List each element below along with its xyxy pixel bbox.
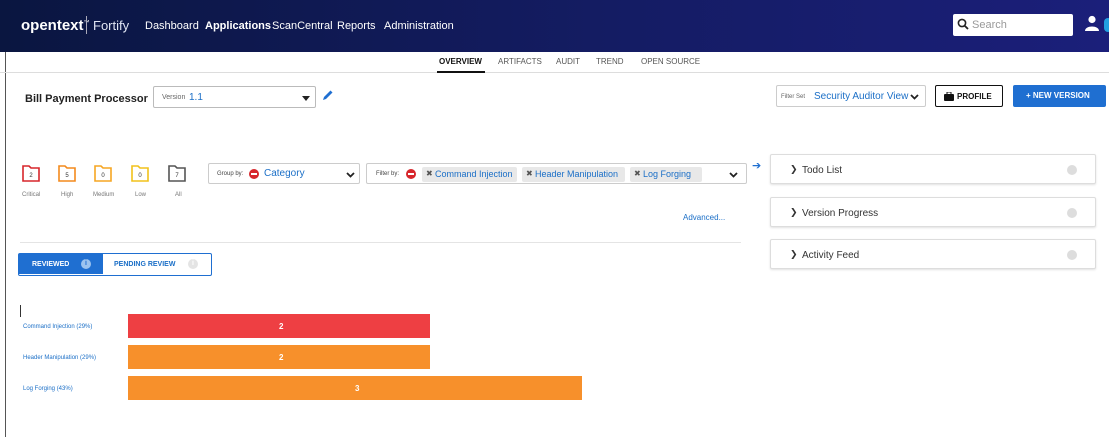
info-icon[interactable] bbox=[1067, 208, 1077, 218]
search-placeholder: Search bbox=[972, 19, 1007, 31]
bar-category-label[interactable]: Header Manipulation (29%) bbox=[23, 355, 96, 361]
info-icon[interactable] bbox=[1067, 250, 1077, 260]
tab-artifacts[interactable]: ARTIFACTS bbox=[498, 57, 542, 66]
brand-logo[interactable]: opentext™ bbox=[21, 17, 90, 34]
application-title: Bill Payment Processor bbox=[25, 93, 148, 105]
critical-count: 2 bbox=[29, 173, 33, 179]
group-by-label: Group by: bbox=[217, 171, 244, 177]
filter-chip[interactable]: ✖ Header Manipulation bbox=[522, 167, 625, 182]
pending-review-toggle-button[interactable]: PENDING REVIEW bbox=[114, 261, 175, 268]
info-icon[interactable]: i bbox=[188, 259, 198, 269]
chevron-right-icon: ❯ bbox=[790, 207, 798, 217]
minus-circle-icon bbox=[249, 169, 259, 179]
nav-scancentral[interactable]: ScanCentral bbox=[272, 20, 333, 32]
group-by-select[interactable]: Group by: Category bbox=[208, 163, 360, 184]
review-toggle: REVIEWED i PENDING REVIEW i bbox=[18, 253, 212, 276]
filter-chip[interactable]: ✖ Command Injection bbox=[422, 167, 517, 182]
info-icon[interactable]: i bbox=[81, 259, 91, 269]
chevron-right-icon: ❯ bbox=[790, 249, 798, 259]
tab-open-source[interactable]: OPEN SOURCE bbox=[641, 57, 700, 66]
remove-chip-icon[interactable]: ✖ bbox=[426, 169, 433, 178]
tab-trend[interactable]: TREND bbox=[596, 57, 624, 66]
chart-bar[interactable]: 2 bbox=[128, 314, 430, 338]
filter-by-select[interactable]: Filter by: ✖ Command Injection ✖ Header Ma… bbox=[366, 163, 747, 184]
high-label: High bbox=[61, 192, 74, 198]
profile-button-label: PROFILE bbox=[957, 92, 992, 101]
version-label: Version bbox=[162, 94, 186, 101]
activity-feed-panel[interactable]: ❯ Activity Feed bbox=[770, 239, 1096, 269]
tab-overview[interactable]: OVERVIEW bbox=[439, 57, 482, 66]
todo-list-panel[interactable]: ❯ Todo List bbox=[770, 154, 1096, 184]
reviewed-toggle-button[interactable]: REVIEWED i bbox=[19, 254, 103, 274]
tabs-bar bbox=[0, 52, 1109, 73]
tab-audit[interactable]: AUDIT bbox=[556, 57, 580, 66]
low-count: 0 bbox=[138, 173, 142, 179]
new-version-button-label: + NEW VERSION bbox=[1026, 91, 1090, 100]
pencil-icon[interactable] bbox=[322, 89, 334, 101]
chevron-down-icon bbox=[346, 172, 355, 178]
info-icon[interactable] bbox=[1067, 165, 1077, 175]
critical-label: Critical bbox=[22, 192, 41, 198]
chart-bar[interactable]: 2 bbox=[128, 345, 430, 369]
divider bbox=[20, 242, 741, 243]
bar-value-label: 2 bbox=[279, 322, 284, 331]
briefcase-icon bbox=[944, 92, 954, 101]
low-label: Low bbox=[135, 192, 147, 198]
chevron-down-icon bbox=[302, 96, 310, 101]
chevron-down-icon bbox=[910, 94, 919, 100]
filter-set-select[interactable]: Filter Set Security Auditor View bbox=[776, 85, 926, 107]
nav-reports[interactable]: Reports bbox=[337, 20, 376, 32]
all-count: 7 bbox=[175, 173, 179, 179]
user-status-indicator bbox=[1104, 18, 1109, 32]
advanced-link[interactable]: Advanced... bbox=[683, 213, 725, 222]
arrow-right-icon[interactable]: ➔ bbox=[752, 159, 761, 172]
reviewed-label: REVIEWED bbox=[32, 261, 70, 268]
brand-separator bbox=[86, 16, 87, 34]
top-nav-bar: opentext™ Fortify Dashboard Applications… bbox=[0, 0, 1109, 52]
bar-value-label: 2 bbox=[279, 353, 284, 362]
search-icon bbox=[957, 18, 969, 30]
filter-by-label: Filter by: bbox=[376, 171, 400, 177]
medium-label: Medium bbox=[93, 192, 115, 198]
nav-dashboard[interactable]: Dashboard bbox=[145, 20, 199, 32]
filter-set-label: Filter Set bbox=[781, 94, 806, 100]
remove-chip-icon[interactable]: ✖ bbox=[634, 169, 641, 178]
panel-title: Todo List bbox=[802, 165, 843, 176]
nav-administration[interactable]: Administration bbox=[384, 20, 454, 32]
profile-button[interactable]: PROFILE bbox=[935, 85, 1003, 107]
panel-title: Activity Feed bbox=[802, 250, 860, 261]
filter-set-value: Security Auditor View bbox=[814, 91, 909, 102]
new-version-button[interactable]: + NEW VERSION bbox=[1013, 85, 1106, 107]
bar-category-label[interactable]: Log Forging (43%) bbox=[23, 386, 73, 392]
nav-applications[interactable]: Applications bbox=[205, 20, 271, 32]
bar-value-label: 3 bbox=[355, 384, 360, 393]
bar-category-label[interactable]: Command Injection (29%) bbox=[23, 324, 92, 330]
panel-title: Version Progress bbox=[802, 208, 879, 219]
all-label: All bbox=[175, 192, 182, 198]
version-select[interactable]: Version 1.1 bbox=[153, 86, 316, 108]
minus-circle-icon bbox=[406, 169, 416, 179]
search-input[interactable]: Search bbox=[953, 14, 1073, 36]
high-count: 5 bbox=[65, 173, 69, 179]
version-progress-panel[interactable]: ❯ Version Progress bbox=[770, 197, 1096, 227]
medium-count: 0 bbox=[101, 173, 105, 179]
filter-chip[interactable]: ✖ Log Forging bbox=[630, 167, 702, 182]
user-icon[interactable] bbox=[1085, 15, 1099, 31]
product-name: Fortify bbox=[93, 18, 130, 33]
text-cursor bbox=[20, 305, 21, 317]
chevron-right-icon: ❯ bbox=[790, 164, 798, 174]
active-tab-indicator bbox=[437, 71, 485, 73]
remove-chip-icon[interactable]: ✖ bbox=[526, 169, 533, 178]
group-by-value: Category bbox=[264, 168, 305, 179]
chevron-down-icon bbox=[729, 172, 738, 178]
chart-bar[interactable]: 3 bbox=[128, 376, 582, 400]
version-value: 1.1 bbox=[189, 92, 203, 103]
